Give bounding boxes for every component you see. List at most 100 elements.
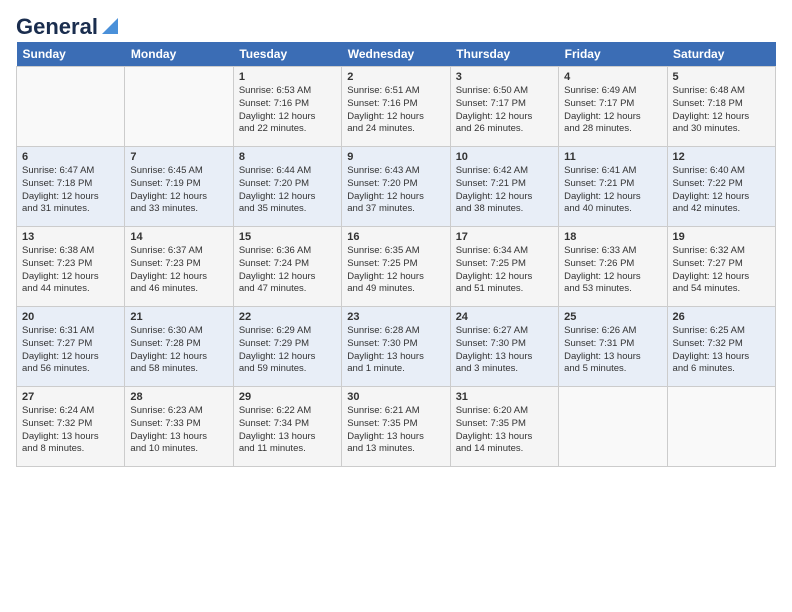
day-number: 9 (347, 151, 444, 163)
logo: General (16, 16, 120, 34)
calendar-day-cell: 21 Sunrise: 6:30 AM Sunset: 7:28 PM Dayli… (125, 307, 233, 387)
day-info: Sunrise: 6:30 AM Sunset: 7:28 PM Dayligh… (130, 325, 227, 376)
day-number: 11 (564, 151, 661, 163)
day-info: Sunrise: 6:25 AM Sunset: 7:32 PM Dayligh… (673, 325, 770, 376)
day-info: Sunrise: 6:50 AM Sunset: 7:17 PM Dayligh… (456, 85, 553, 136)
calendar-day-cell: 26 Sunrise: 6:25 AM Sunset: 7:32 PM Dayli… (667, 307, 775, 387)
day-number: 4 (564, 71, 661, 83)
calendar-container: General SundayMondayTuesdayWednesdayThur… (0, 0, 792, 475)
day-number: 15 (239, 231, 336, 243)
calendar-week-row: 27 Sunrise: 6:24 AM Sunset: 7:32 PM Dayli… (17, 387, 776, 467)
calendar-day-cell: 10 Sunrise: 6:42 AM Sunset: 7:21 PM Dayli… (450, 147, 558, 227)
calendar-day-cell: 24 Sunrise: 6:27 AM Sunset: 7:30 PM Dayli… (450, 307, 558, 387)
calendar-day-cell: 23 Sunrise: 6:28 AM Sunset: 7:30 PM Dayli… (342, 307, 450, 387)
day-number: 14 (130, 231, 227, 243)
day-number: 16 (347, 231, 444, 243)
calendar-day-cell (559, 387, 667, 467)
calendar-week-row: 1 Sunrise: 6:53 AM Sunset: 7:16 PM Daylig… (17, 67, 776, 147)
calendar-day-cell: 18 Sunrise: 6:33 AM Sunset: 7:26 PM Dayli… (559, 227, 667, 307)
day-info: Sunrise: 6:20 AM Sunset: 7:35 PM Dayligh… (456, 405, 553, 456)
day-info: Sunrise: 6:32 AM Sunset: 7:27 PM Dayligh… (673, 245, 770, 296)
calendar-day-cell: 19Sunrise: 6:32 AM Sunset: 7:27 PM Dayli… (667, 227, 775, 307)
calendar-day-cell: 12 Sunrise: 6:40 AM Sunset: 7:22 PM Dayli… (667, 147, 775, 227)
day-info: Sunrise: 6:24 AM Sunset: 7:32 PM Dayligh… (22, 405, 119, 456)
day-info: Sunrise: 6:29 AM Sunset: 7:29 PM Dayligh… (239, 325, 336, 376)
calendar-day-cell: 17Sunrise: 6:34 AM Sunset: 7:25 PM Dayli… (450, 227, 558, 307)
day-number: 8 (239, 151, 336, 163)
calendar-day-cell: 16Sunrise: 6:35 AM Sunset: 7:25 PM Dayli… (342, 227, 450, 307)
calendar-day-cell: 31 Sunrise: 6:20 AM Sunset: 7:35 PM Dayli… (450, 387, 558, 467)
day-number: 5 (673, 71, 770, 83)
calendar-week-row: 13 Sunrise: 6:38 AM Sunset: 7:23 PM Dayli… (17, 227, 776, 307)
day-info: Sunrise: 6:42 AM Sunset: 7:21 PM Dayligh… (456, 165, 553, 216)
day-info: Sunrise: 6:41 AM Sunset: 7:21 PM Dayligh… (564, 165, 661, 216)
calendar-day-cell: 15Sunrise: 6:36 AM Sunset: 7:24 PM Dayli… (233, 227, 341, 307)
day-of-week-header: Monday (125, 42, 233, 67)
calendar-day-cell: 22 Sunrise: 6:29 AM Sunset: 7:29 PM Dayli… (233, 307, 341, 387)
day-info: Sunrise: 6:53 AM Sunset: 7:16 PM Dayligh… (239, 85, 336, 136)
day-number: 20 (22, 311, 119, 323)
calendar-day-cell (667, 387, 775, 467)
day-number: 25 (564, 311, 661, 323)
day-number: 13 (22, 231, 119, 243)
calendar-day-cell: 6 Sunrise: 6:47 AM Sunset: 7:18 PM Daylig… (17, 147, 125, 227)
day-info: Sunrise: 6:31 AM Sunset: 7:27 PM Dayligh… (22, 325, 119, 376)
day-number: 10 (456, 151, 553, 163)
calendar-day-cell: 29Sunrise: 6:22 AM Sunset: 7:34 PM Dayli… (233, 387, 341, 467)
day-info: Sunrise: 6:21 AM Sunset: 7:35 PM Dayligh… (347, 405, 444, 456)
day-info: Sunrise: 6:26 AM Sunset: 7:31 PM Dayligh… (564, 325, 661, 376)
day-of-week-header: Sunday (17, 42, 125, 67)
day-of-week-header: Saturday (667, 42, 775, 67)
day-number: 30 (347, 391, 444, 403)
calendar-day-cell: 1 Sunrise: 6:53 AM Sunset: 7:16 PM Daylig… (233, 67, 341, 147)
days-header-row: SundayMondayTuesdayWednesdayThursdayFrid… (17, 42, 776, 67)
calendar-day-cell: 27 Sunrise: 6:24 AM Sunset: 7:32 PM Dayli… (17, 387, 125, 467)
day-info: Sunrise: 6:44 AM Sunset: 7:20 PM Dayligh… (239, 165, 336, 216)
day-of-week-header: Wednesday (342, 42, 450, 67)
calendar-day-cell: 8 Sunrise: 6:44 AM Sunset: 7:20 PM Daylig… (233, 147, 341, 227)
calendar-day-cell: 2 Sunrise: 6:51 AM Sunset: 7:16 PM Daylig… (342, 67, 450, 147)
day-info: Sunrise: 6:22 AM Sunset: 7:34 PM Dayligh… (239, 405, 336, 456)
day-info: Sunrise: 6:43 AM Sunset: 7:20 PM Dayligh… (347, 165, 444, 216)
day-number: 28 (130, 391, 227, 403)
day-info: Sunrise: 6:37 AM Sunset: 7:23 PM Dayligh… (130, 245, 227, 296)
day-number: 23 (347, 311, 444, 323)
day-info: Sunrise: 6:28 AM Sunset: 7:30 PM Dayligh… (347, 325, 444, 376)
day-info: Sunrise: 6:51 AM Sunset: 7:16 PM Dayligh… (347, 85, 444, 136)
day-info: Sunrise: 6:47 AM Sunset: 7:18 PM Dayligh… (22, 165, 119, 216)
day-info: Sunrise: 6:27 AM Sunset: 7:30 PM Dayligh… (456, 325, 553, 376)
calendar-day-cell (17, 67, 125, 147)
logo-triangle-icon (100, 16, 120, 36)
calendar-day-cell: 25 Sunrise: 6:26 AM Sunset: 7:31 PM Dayli… (559, 307, 667, 387)
day-number: 18 (564, 231, 661, 243)
calendar-table: SundayMondayTuesdayWednesdayThursdayFrid… (16, 42, 776, 467)
calendar-day-cell: 5 Sunrise: 6:48 AM Sunset: 7:18 PM Daylig… (667, 67, 775, 147)
day-info: Sunrise: 6:33 AM Sunset: 7:26 PM Dayligh… (564, 245, 661, 296)
day-number: 24 (456, 311, 553, 323)
day-of-week-header: Tuesday (233, 42, 341, 67)
header: General (16, 16, 776, 34)
day-of-week-header: Thursday (450, 42, 558, 67)
day-info: Sunrise: 6:48 AM Sunset: 7:18 PM Dayligh… (673, 85, 770, 136)
day-number: 12 (673, 151, 770, 163)
calendar-day-cell: 13 Sunrise: 6:38 AM Sunset: 7:23 PM Dayli… (17, 227, 125, 307)
day-number: 3 (456, 71, 553, 83)
day-number: 27 (22, 391, 119, 403)
day-number: 31 (456, 391, 553, 403)
calendar-day-cell: 20 Sunrise: 6:31 AM Sunset: 7:27 PM Dayli… (17, 307, 125, 387)
day-number: 17 (456, 231, 553, 243)
day-number: 1 (239, 71, 336, 83)
day-number: 26 (673, 311, 770, 323)
calendar-day-cell: 7Sunrise: 6:45 AM Sunset: 7:19 PM Daylig… (125, 147, 233, 227)
calendar-week-row: 6 Sunrise: 6:47 AM Sunset: 7:18 PM Daylig… (17, 147, 776, 227)
day-info: Sunrise: 6:45 AM Sunset: 7:19 PM Dayligh… (130, 165, 227, 216)
day-number: 21 (130, 311, 227, 323)
calendar-day-cell: 9 Sunrise: 6:43 AM Sunset: 7:20 PM Daylig… (342, 147, 450, 227)
day-number: 22 (239, 311, 336, 323)
calendar-day-cell (125, 67, 233, 147)
day-number: 6 (22, 151, 119, 163)
day-info: Sunrise: 6:38 AM Sunset: 7:23 PM Dayligh… (22, 245, 119, 296)
day-info: Sunrise: 6:40 AM Sunset: 7:22 PM Dayligh… (673, 165, 770, 216)
day-number: 2 (347, 71, 444, 83)
calendar-day-cell: 30 Sunrise: 6:21 AM Sunset: 7:35 PM Dayli… (342, 387, 450, 467)
